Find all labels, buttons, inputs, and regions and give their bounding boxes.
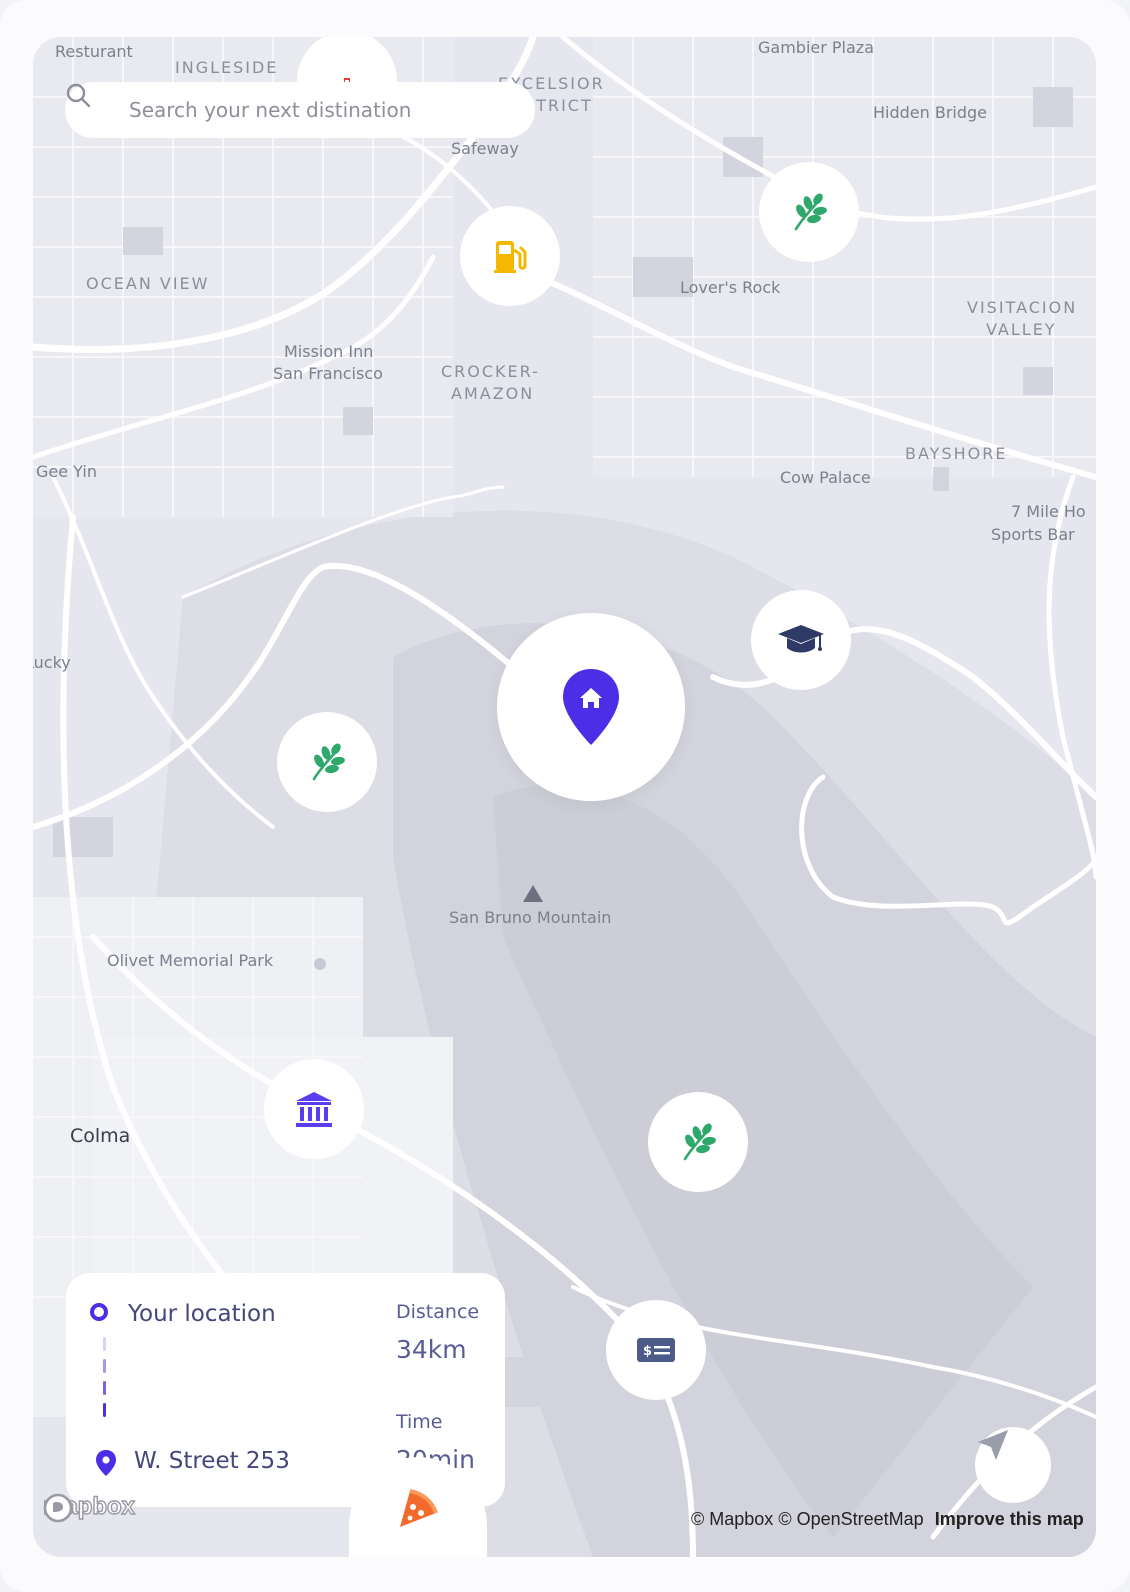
route-dash	[103, 1359, 106, 1373]
map-label-lucky: Lucky	[33, 653, 71, 672]
map-label-hidden-bridge: Hidden Bridge	[873, 103, 988, 122]
gas-station-icon	[494, 241, 527, 273]
map-label-san-bruno-mountain: San Bruno Mountain	[449, 908, 612, 927]
search-icon	[66, 83, 113, 125]
park-leaf-icon	[794, 193, 827, 231]
home-pin-icon	[563, 669, 619, 745]
map-label-olivet-memorial-park: Olivet Memorial Park	[107, 951, 274, 970]
pizza-icon	[400, 1489, 438, 1527]
map-label-gambier-plaza: Gambier Plaza	[758, 38, 874, 57]
origin-label: Your location	[128, 1301, 276, 1327]
map-label-resturant: Resturant	[55, 42, 133, 61]
route-dash	[103, 1381, 106, 1395]
map-view[interactable]: Resturant INGLESIDE EXCELSIOR DISTRICT G…	[33, 37, 1096, 1557]
navigation-arrow-icon	[978, 1430, 1008, 1460]
search-input[interactable]	[127, 97, 511, 123]
map-label-amazon: AMAZON	[451, 384, 535, 403]
app-frame: Resturant INGLESIDE EXCELSIOR DISTRICT G…	[0, 0, 1130, 1592]
park-leaf-icon	[312, 743, 345, 781]
recenter-navigation-button[interactable]	[975, 1427, 1051, 1503]
improve-map-link[interactable]: Improve this map	[935, 1509, 1084, 1529]
poi-atm[interactable]: $	[606, 1300, 706, 1400]
route-dash	[103, 1403, 106, 1417]
map-label-valley: VALLEY	[986, 320, 1057, 339]
search-bar[interactable]	[65, 82, 535, 138]
map-label-bayshore: BAYSHORE	[905, 444, 1008, 463]
map-label-safeway: Safeway	[451, 139, 519, 158]
map-label-ocean-view: OCEAN VIEW	[86, 274, 210, 293]
bank-icon	[296, 1092, 332, 1127]
map-label-crocker: CROCKER-	[441, 362, 540, 381]
map-label-colma: Colma	[70, 1125, 131, 1147]
destination-home-marker[interactable]	[497, 613, 685, 801]
map-label-san-francisco: San Francisco	[273, 364, 383, 383]
mapbox-logo[interactable]: mapbox	[42, 1492, 136, 1523]
attribution-mapbox-link[interactable]: © Mapbox	[691, 1509, 773, 1529]
route-dash	[103, 1337, 106, 1351]
map-label-gee-yin: Gee Yin	[36, 462, 97, 481]
map-label-cow-palace: Cow Palace	[780, 468, 871, 487]
attribution-osm-link[interactable]: © OpenStreetMap	[778, 1509, 923, 1529]
map-label-visitacion: VISITACION	[967, 298, 1078, 317]
park-leaf-icon	[683, 1123, 716, 1161]
poi-park-3[interactable]	[648, 1092, 748, 1192]
destination-label: W. Street 253	[134, 1448, 290, 1474]
svg-text:$: $	[643, 1344, 652, 1359]
location-pin-icon	[96, 1450, 116, 1476]
map-label-sports-bar: Sports Bar	[991, 525, 1075, 544]
mapbox-logo-icon	[43, 1493, 73, 1523]
map-label-mission-inn: Mission Inn	[284, 342, 374, 361]
map-attribution: © Mapbox © OpenStreetMap Improve this ma…	[691, 1509, 1084, 1530]
atm-card-icon: $	[637, 1338, 675, 1362]
map-label-7-mile: 7 Mile Ho	[1011, 502, 1086, 521]
origin-ring-icon	[90, 1303, 108, 1321]
distance-label: Distance	[396, 1301, 480, 1323]
poi-park-2[interactable]	[277, 712, 377, 812]
graduation-cap-icon	[778, 625, 824, 653]
poi-gas-station[interactable]	[460, 206, 560, 306]
map-label-lovers-rock: Lover's Rock	[680, 278, 781, 297]
distance-value: 34km	[396, 1335, 467, 1364]
poi-bank[interactable]	[264, 1059, 364, 1159]
time-label: Time	[396, 1411, 443, 1433]
poi-school[interactable]	[751, 590, 851, 690]
poi-park-1[interactable]	[759, 162, 859, 262]
map-label-ingleside: INGLESIDE	[175, 58, 279, 77]
